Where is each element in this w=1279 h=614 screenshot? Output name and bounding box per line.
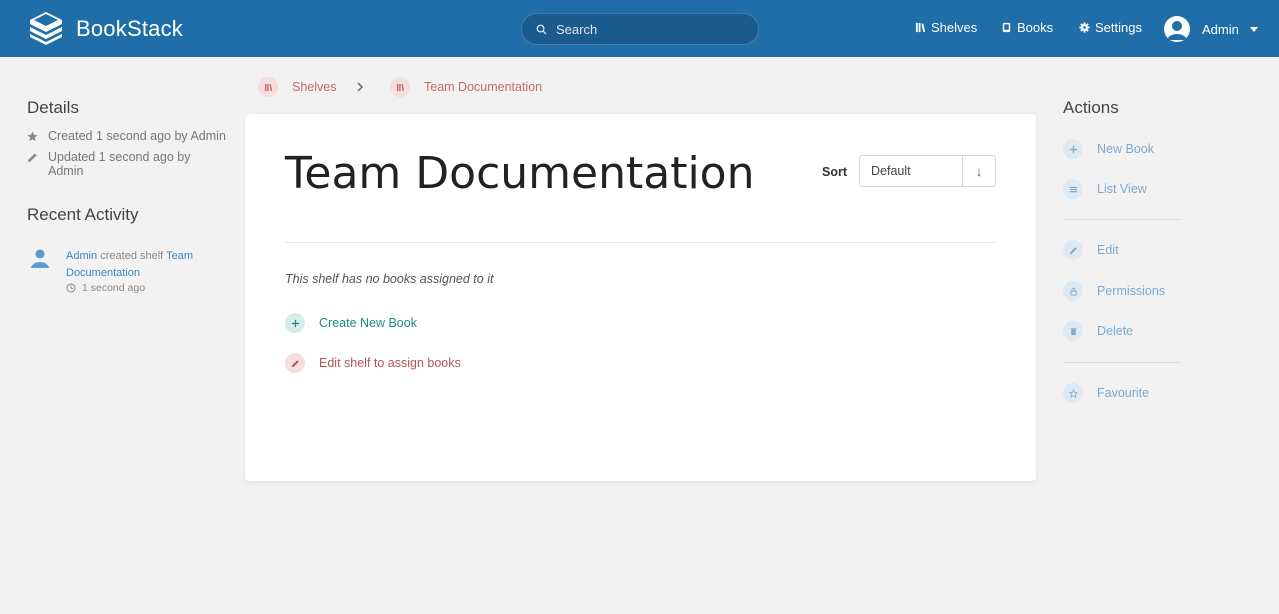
star-icon: [27, 131, 38, 142]
permissions-action[interactable]: Permissions: [1063, 281, 1165, 301]
updated-text-line1: Updated 1 second ago by: [48, 150, 191, 164]
divider: [285, 242, 996, 243]
book-icon: [1002, 22, 1011, 33]
user-icon: [31, 249, 49, 268]
nav-settings-label: Settings: [1095, 20, 1142, 35]
actions-divider: [1063, 219, 1181, 220]
sort-label: Sort: [822, 165, 847, 179]
star-icon: [1063, 383, 1083, 403]
search-bar[interactable]: [521, 13, 759, 45]
create-new-book-label: Create New Book: [319, 316, 417, 330]
pencil-icon: [285, 353, 305, 373]
activity-time-text: 1 second ago: [82, 282, 146, 294]
new-book-label: New Book: [1097, 142, 1154, 156]
actions-heading: Actions: [1063, 98, 1119, 117]
permissions-label: Permissions: [1097, 284, 1166, 298]
activity-time: 1 second ago: [66, 282, 145, 294]
activity-text: Admin created shelf Team Documentation: [66, 248, 216, 282]
avatar: [1164, 16, 1190, 42]
breadcrumb-label: Shelves: [292, 80, 337, 94]
top-header: BookStack Shelves Books Se: [0, 0, 1279, 57]
favourite-action[interactable]: Favourite: [1063, 383, 1149, 403]
shelves-icon: [258, 77, 278, 97]
list-view-label: List View: [1097, 182, 1147, 196]
nav-shelves-label: Shelves: [931, 20, 978, 35]
updated-detail: Updated 1 second ago by Admin: [27, 150, 190, 178]
lock-icon: [1063, 281, 1083, 301]
list-view-action[interactable]: List View: [1063, 179, 1147, 199]
created-text: Created 1 second ago by Admin: [48, 129, 226, 143]
edit-shelf-label: Edit shelf to assign books: [319, 356, 461, 370]
user-avatar-icon: [1167, 21, 1187, 40]
recent-activity-heading: Recent Activity: [27, 205, 139, 224]
plus-icon: [285, 313, 305, 333]
breadcrumb-current-shelf[interactable]: Team Documentation: [390, 77, 542, 97]
gear-icon: [1079, 22, 1090, 33]
page-title: Team Documentation: [285, 148, 755, 199]
chevron-down-icon: [1249, 26, 1258, 32]
shelves-icon: [390, 77, 410, 97]
nav-settings[interactable]: Settings: [1079, 20, 1142, 35]
activity-target-link-2[interactable]: Documentation: [66, 267, 140, 279]
bookstack-logo-icon: [30, 12, 62, 45]
nav-shelves[interactable]: Shelves: [915, 20, 977, 35]
activity-user-link[interactable]: Admin: [66, 250, 97, 262]
new-book-action[interactable]: New Book: [1063, 139, 1154, 159]
delete-action[interactable]: Delete: [1063, 321, 1133, 341]
shelf-content-card: Team Documentation Sort Default ↓ This s…: [245, 114, 1036, 481]
nav-books-label: Books: [1017, 20, 1054, 35]
details-heading: Details: [27, 98, 79, 117]
app-name: BookStack: [76, 16, 183, 41]
breadcrumb-shelves[interactable]: Shelves: [258, 77, 336, 97]
delete-label: Delete: [1097, 324, 1134, 338]
edit-shelf-link[interactable]: Edit shelf to assign books: [285, 353, 461, 373]
plus-icon: [1063, 139, 1083, 159]
empty-shelf-message: This shelf has no books assigned to it: [285, 272, 494, 286]
updated-text: Updated 1 second ago by Admin: [48, 150, 190, 178]
user-name: Admin: [1202, 21, 1239, 37]
search-icon: [536, 24, 547, 35]
breadcrumb-label: Team Documentation: [424, 80, 543, 94]
clock-icon: [66, 283, 76, 293]
shelves-icon: [915, 22, 926, 33]
app-logo[interactable]: BookStack: [28, 12, 183, 46]
favourite-label: Favourite: [1097, 386, 1150, 400]
user-menu[interactable]: Admin: [1164, 16, 1258, 42]
edit-action[interactable]: Edit: [1063, 240, 1119, 260]
pencil-icon: [27, 153, 37, 163]
list-icon: [1063, 179, 1083, 199]
sort-select[interactable]: Default: [860, 156, 963, 186]
created-detail: Created 1 second ago by Admin: [27, 129, 226, 143]
pencil-icon: [1063, 240, 1083, 260]
sort-direction-button[interactable]: ↓: [963, 156, 995, 186]
trash-icon: [1063, 321, 1083, 341]
activity-target-link-1[interactable]: Team: [166, 250, 193, 262]
chevron-right-icon: [357, 82, 364, 92]
sort-control: Default ↓: [859, 155, 996, 187]
create-new-book-link[interactable]: Create New Book: [285, 313, 417, 333]
activity-action: created shelf: [97, 250, 167, 262]
nav-books[interactable]: Books: [1001, 20, 1053, 35]
search-input[interactable]: [556, 21, 736, 37]
actions-divider: [1063, 362, 1181, 363]
updated-text-line2: Admin: [48, 164, 84, 178]
edit-label: Edit: [1097, 243, 1119, 257]
